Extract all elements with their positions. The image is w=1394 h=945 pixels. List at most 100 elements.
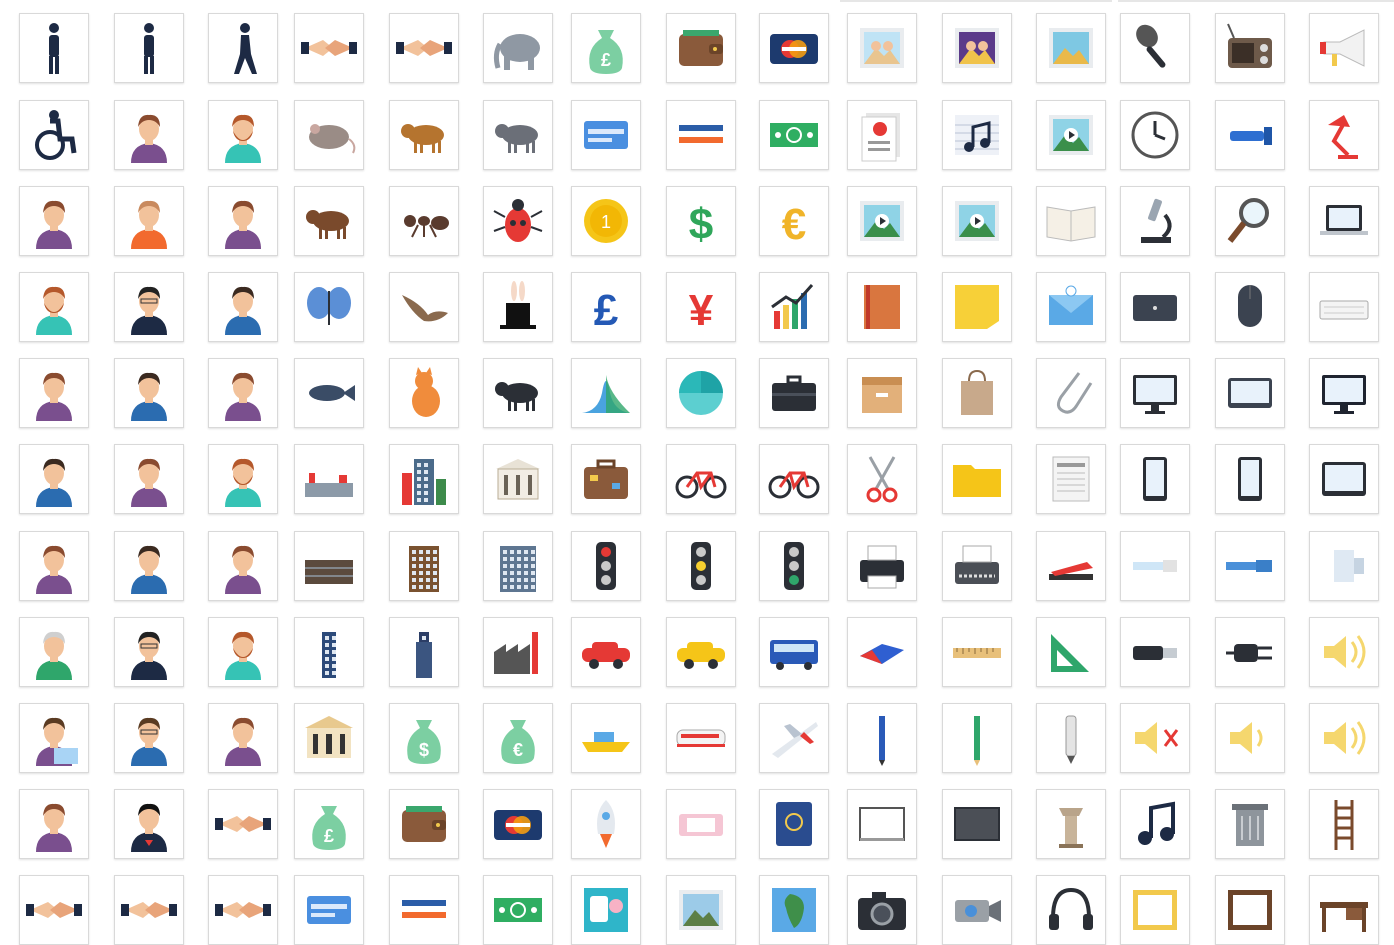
icon-tile[interactable] (942, 358, 1012, 428)
icon-tile[interactable] (19, 703, 89, 773)
icon-tile[interactable] (1036, 444, 1106, 514)
icon-tile[interactable] (1120, 444, 1190, 514)
icon-tile[interactable]: € (483, 703, 553, 773)
icon-tile[interactable] (389, 875, 459, 945)
icon-tile[interactable] (1215, 444, 1285, 514)
icon-tile[interactable] (942, 789, 1012, 859)
icon-tile[interactable] (942, 272, 1012, 342)
icon-tile[interactable] (1120, 789, 1190, 859)
icon-tile[interactable] (483, 186, 553, 256)
icon-tile[interactable] (389, 531, 459, 601)
icon-tile[interactable] (483, 617, 553, 687)
icon-tile[interactable] (759, 531, 829, 601)
icon-tile[interactable] (389, 186, 459, 256)
icon-tile[interactable] (1036, 617, 1106, 687)
icon-tile[interactable] (1036, 13, 1106, 83)
icon-tile[interactable] (847, 358, 917, 428)
icon-tile[interactable] (208, 358, 278, 428)
icon-tile[interactable] (208, 617, 278, 687)
icon-tile[interactable] (208, 272, 278, 342)
icon-tile[interactable] (847, 13, 917, 83)
icon-tile[interactable] (666, 531, 736, 601)
icon-tile[interactable] (1309, 531, 1379, 601)
icon-tile[interactable] (208, 789, 278, 859)
icon-tile[interactable] (942, 875, 1012, 945)
icon-tile[interactable]: £ (294, 789, 364, 859)
icon-tile[interactable] (19, 358, 89, 428)
icon-tile[interactable] (571, 789, 641, 859)
icon-tile[interactable] (114, 358, 184, 428)
icon-tile[interactable] (294, 703, 364, 773)
icon-tile[interactable] (114, 272, 184, 342)
icon-tile[interactable] (114, 186, 184, 256)
icon-tile[interactable] (1309, 100, 1379, 170)
icon-tile[interactable] (483, 358, 553, 428)
icon-tile[interactable] (942, 100, 1012, 170)
icon-tile[interactable] (114, 531, 184, 601)
icon-tile[interactable] (1036, 531, 1106, 601)
icon-tile[interactable] (1309, 789, 1379, 859)
icon-tile[interactable] (571, 531, 641, 601)
icon-tile[interactable] (759, 875, 829, 945)
icon-tile[interactable] (208, 100, 278, 170)
icon-tile[interactable] (1120, 531, 1190, 601)
icon-tile[interactable] (294, 444, 364, 514)
icon-tile[interactable] (759, 703, 829, 773)
icon-tile[interactable] (571, 100, 641, 170)
icon-tile[interactable] (847, 789, 917, 859)
icon-tile[interactable] (1036, 358, 1106, 428)
icon-tile[interactable] (389, 100, 459, 170)
icon-tile[interactable] (1036, 100, 1106, 170)
icon-tile[interactable] (483, 272, 553, 342)
icon-tile[interactable] (483, 444, 553, 514)
icon-tile[interactable] (1120, 186, 1190, 256)
icon-tile[interactable]: € (759, 186, 829, 256)
icon-tile[interactable] (759, 100, 829, 170)
icon-tile[interactable] (389, 13, 459, 83)
icon-tile[interactable] (666, 617, 736, 687)
icon-tile[interactable] (19, 186, 89, 256)
icon-tile[interactable] (1215, 100, 1285, 170)
icon-tile[interactable] (19, 272, 89, 342)
icon-tile[interactable]: ¥ (666, 272, 736, 342)
icon-tile[interactable] (389, 272, 459, 342)
icon-tile[interactable] (847, 617, 917, 687)
icon-tile[interactable] (1120, 13, 1190, 83)
icon-tile[interactable] (666, 358, 736, 428)
icon-tile[interactable] (114, 444, 184, 514)
icon-tile[interactable] (19, 789, 89, 859)
icon-tile[interactable] (294, 358, 364, 428)
icon-tile[interactable] (1215, 13, 1285, 83)
icon-tile[interactable] (483, 531, 553, 601)
icon-tile[interactable] (1215, 617, 1285, 687)
icon-tile[interactable] (294, 531, 364, 601)
icon-tile[interactable] (1215, 358, 1285, 428)
icon-tile[interactable] (483, 13, 553, 83)
icon-tile[interactable] (389, 617, 459, 687)
icon-tile[interactable] (571, 358, 641, 428)
icon-tile[interactable] (389, 358, 459, 428)
icon-tile[interactable] (114, 875, 184, 945)
icon-tile[interactable] (666, 13, 736, 83)
icon-tile[interactable] (847, 444, 917, 514)
icon-tile[interactable] (294, 13, 364, 83)
icon-tile[interactable] (942, 617, 1012, 687)
icon-tile[interactable] (847, 100, 917, 170)
icon-tile[interactable] (114, 100, 184, 170)
icon-tile[interactable] (294, 617, 364, 687)
icon-tile[interactable] (571, 617, 641, 687)
icon-tile[interactable] (1309, 186, 1379, 256)
icon-tile[interactable] (208, 13, 278, 83)
icon-tile[interactable] (1309, 617, 1379, 687)
icon-tile[interactable] (19, 531, 89, 601)
icon-tile[interactable] (1120, 272, 1190, 342)
icon-tile[interactable]: £ (571, 13, 641, 83)
icon-tile[interactable] (1036, 789, 1106, 859)
icon-tile[interactable] (1120, 358, 1190, 428)
icon-tile[interactable] (483, 100, 553, 170)
icon-tile[interactable] (1036, 272, 1106, 342)
icon-tile[interactable] (1215, 186, 1285, 256)
icon-tile[interactable] (666, 703, 736, 773)
icon-tile[interactable] (1215, 875, 1285, 945)
icon-tile[interactable] (208, 703, 278, 773)
